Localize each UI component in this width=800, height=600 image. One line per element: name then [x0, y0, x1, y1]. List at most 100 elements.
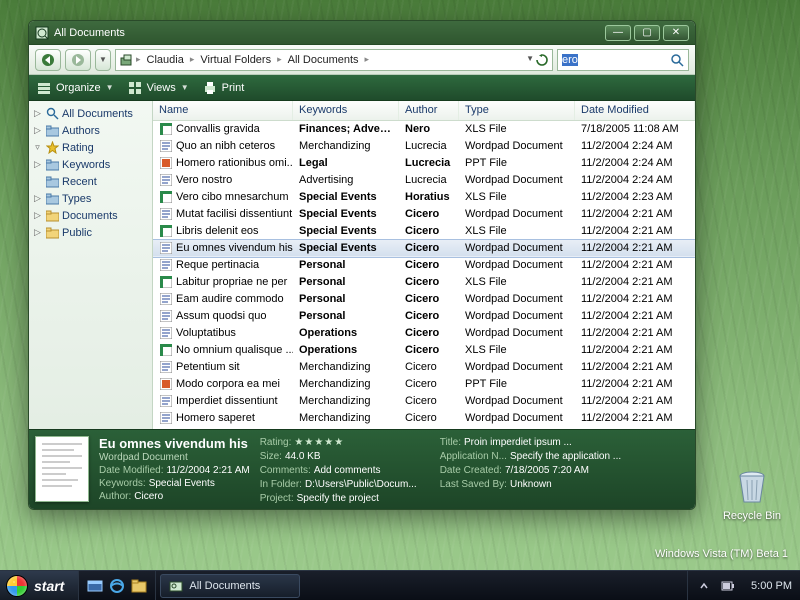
file-icon [159, 378, 172, 391]
file-date: 11/2/2004 2:23 AM [575, 191, 695, 203]
file-row[interactable]: Homero saperetMerchandizingCiceroWordpad… [153, 410, 695, 427]
file-icon [159, 327, 172, 340]
file-author: Lucrecia [399, 174, 459, 186]
file-row[interactable]: No omnium qualisque ...OperationsCiceroX… [153, 342, 695, 359]
search-input[interactable] [562, 54, 670, 66]
sidebar-item[interactable]: ▿Rating [31, 139, 150, 156]
expand-icon[interactable]: ▷ [33, 227, 42, 238]
detail-key: Title: [440, 436, 461, 449]
breadcrumb[interactable]: ▸ Claudia ▸ Virtual Folders ▸ All Docume… [115, 49, 553, 71]
forward-button[interactable] [65, 49, 91, 71]
refresh-icon[interactable] [536, 54, 548, 66]
column-keywords[interactable]: Keywords [293, 101, 399, 120]
file-keywords: Special Events [293, 191, 399, 203]
file-date: 11/2/2004 2:24 AM [575, 174, 695, 186]
titlebar[interactable]: All Documents ― ▢ ✕ [29, 21, 695, 45]
file-row[interactable]: Assum quodsi quoPersonalCiceroWordpad Do… [153, 308, 695, 325]
file-row[interactable]: Imperdiet dissentiuntMerchandizingCicero… [153, 393, 695, 410]
file-row[interactable]: Libris delenit eosSpecial EventsCiceroXL… [153, 223, 695, 240]
breadcrumb-item[interactable]: Virtual Folders [196, 54, 275, 66]
expand-icon[interactable]: ▷ [33, 125, 42, 136]
file-date: 11/2/2004 2:21 AM [575, 327, 695, 339]
sidebar-item[interactable]: ▷Keywords [31, 156, 150, 173]
file-row[interactable]: Eam audire commodoPersonalCiceroWordpad … [153, 291, 695, 308]
column-name[interactable]: Name [153, 101, 293, 120]
close-button[interactable]: ✕ [663, 25, 689, 41]
column-author[interactable]: Author [399, 101, 459, 120]
file-author: Cicero [399, 344, 459, 356]
file-icon [159, 140, 172, 153]
views-icon [128, 81, 142, 95]
expand-icon[interactable]: ▷ [33, 108, 42, 119]
file-type: PPT File [459, 157, 575, 169]
file-author: Cicero [399, 242, 459, 254]
os-watermark: Windows Vista (TM) Beta 1 [655, 548, 788, 560]
sidebar-item[interactable]: ▷All Documents [31, 105, 150, 122]
ie-icon[interactable] [107, 576, 127, 596]
back-button[interactable] [35, 49, 61, 71]
file-row[interactable]: Convallis gravidaFinances; AdvertisingNe… [153, 121, 695, 138]
detail-value[interactable]: ★★★★★ [294, 436, 344, 449]
file-rows[interactable]: Convallis gravidaFinances; AdvertisingNe… [153, 121, 695, 429]
sidebar-item[interactable]: Recent [31, 173, 150, 190]
column-date[interactable]: Date Modified [575, 101, 695, 120]
sidebar-item[interactable]: ▷Documents [31, 207, 150, 224]
file-row[interactable]: Vero nostroAdvertisingLucreciaWordpad Do… [153, 172, 695, 189]
sidebar-item[interactable]: ▷Types [31, 190, 150, 207]
taskbar-button-label: All Documents [189, 580, 260, 592]
print-button[interactable]: Print [203, 81, 245, 95]
detail-key: Application N... [440, 450, 507, 463]
folder-icon [45, 158, 59, 172]
file-date: 11/2/2004 2:21 AM [575, 344, 695, 356]
detail-key: In Folder: [260, 478, 302, 491]
recycle-bin[interactable]: Recycle Bin [722, 467, 782, 522]
file-row[interactable]: Petentium sitMerchandizingCiceroWordpad … [153, 359, 695, 376]
organize-button[interactable]: Organize ▼ [37, 81, 114, 95]
breadcrumb-item[interactable]: All Documents [284, 54, 363, 66]
maximize-button[interactable]: ▢ [634, 25, 660, 41]
taskbar-button[interactable]: All Documents [160, 574, 300, 598]
file-name: Petentium sit [176, 361, 240, 373]
expand-icon[interactable]: ▷ [33, 193, 42, 204]
battery-icon[interactable] [720, 578, 736, 594]
file-row[interactable]: Labitur propriae ne perPersonalCiceroXLS… [153, 274, 695, 291]
file-row[interactable]: Vero cibo mnesarchumSpecial EventsHorati… [153, 189, 695, 206]
file-row[interactable]: Mutat facilisi dissentiuntSpecial Events… [153, 206, 695, 223]
show-desktop-icon[interactable] [85, 576, 105, 596]
file-row[interactable]: Reque pertinaciaPersonalCiceroWordpad Do… [153, 257, 695, 274]
column-type[interactable]: Type [459, 101, 575, 120]
expand-icon[interactable]: ▷ [33, 210, 42, 221]
views-button[interactable]: Views ▼ [128, 81, 189, 95]
search-icon[interactable] [670, 53, 684, 67]
expand-icon[interactable]: ▷ [33, 159, 42, 170]
file-row[interactable]: Eu omnes vivendum hisSpecial EventsCicer… [153, 240, 695, 257]
start-button[interactable]: start [0, 571, 79, 600]
breadcrumb-root-icon [120, 54, 134, 66]
expand-icon[interactable]: ▿ [33, 142, 42, 153]
breadcrumb-dropdown-icon[interactable]: ▼ [526, 54, 534, 66]
file-row[interactable]: Quo an nibh ceterosMerchandizingLucrecia… [153, 138, 695, 155]
history-dropdown-button[interactable]: ▼ [95, 49, 111, 71]
sidebar-item[interactable]: ▷Public [31, 224, 150, 241]
file-type: Wordpad Document [459, 310, 575, 322]
file-name: Libris delenit eos [176, 225, 259, 237]
breadcrumb-item[interactable]: Claudia [143, 54, 188, 66]
file-name: Imperdiet dissentiunt [176, 395, 278, 407]
tray-chevron-icon[interactable] [696, 578, 712, 594]
taskbar: start All Documents 5:00 PM [0, 570, 800, 600]
file-author: Cicero [399, 395, 459, 407]
file-icon [159, 191, 172, 204]
file-keywords: Advertising [293, 174, 399, 186]
clock[interactable]: 5:00 PM [744, 580, 792, 592]
file-type: XLS File [459, 123, 575, 135]
file-keywords: Special Events [293, 208, 399, 220]
file-date: 11/2/2004 2:21 AM [575, 208, 695, 220]
detail-key: Comments: [260, 464, 311, 477]
sidebar-item[interactable]: ▷Authors [31, 122, 150, 139]
file-row[interactable]: VoluptatibusOperationsCiceroWordpad Docu… [153, 325, 695, 342]
search-box[interactable] [557, 49, 689, 71]
explorer-icon[interactable] [129, 576, 149, 596]
file-row[interactable]: Modo corpora ea meiMerchandizingCiceroPP… [153, 376, 695, 393]
minimize-button[interactable]: ― [605, 25, 631, 41]
file-row[interactable]: Homero rationibus omi...LegalLucreciaPPT… [153, 155, 695, 172]
